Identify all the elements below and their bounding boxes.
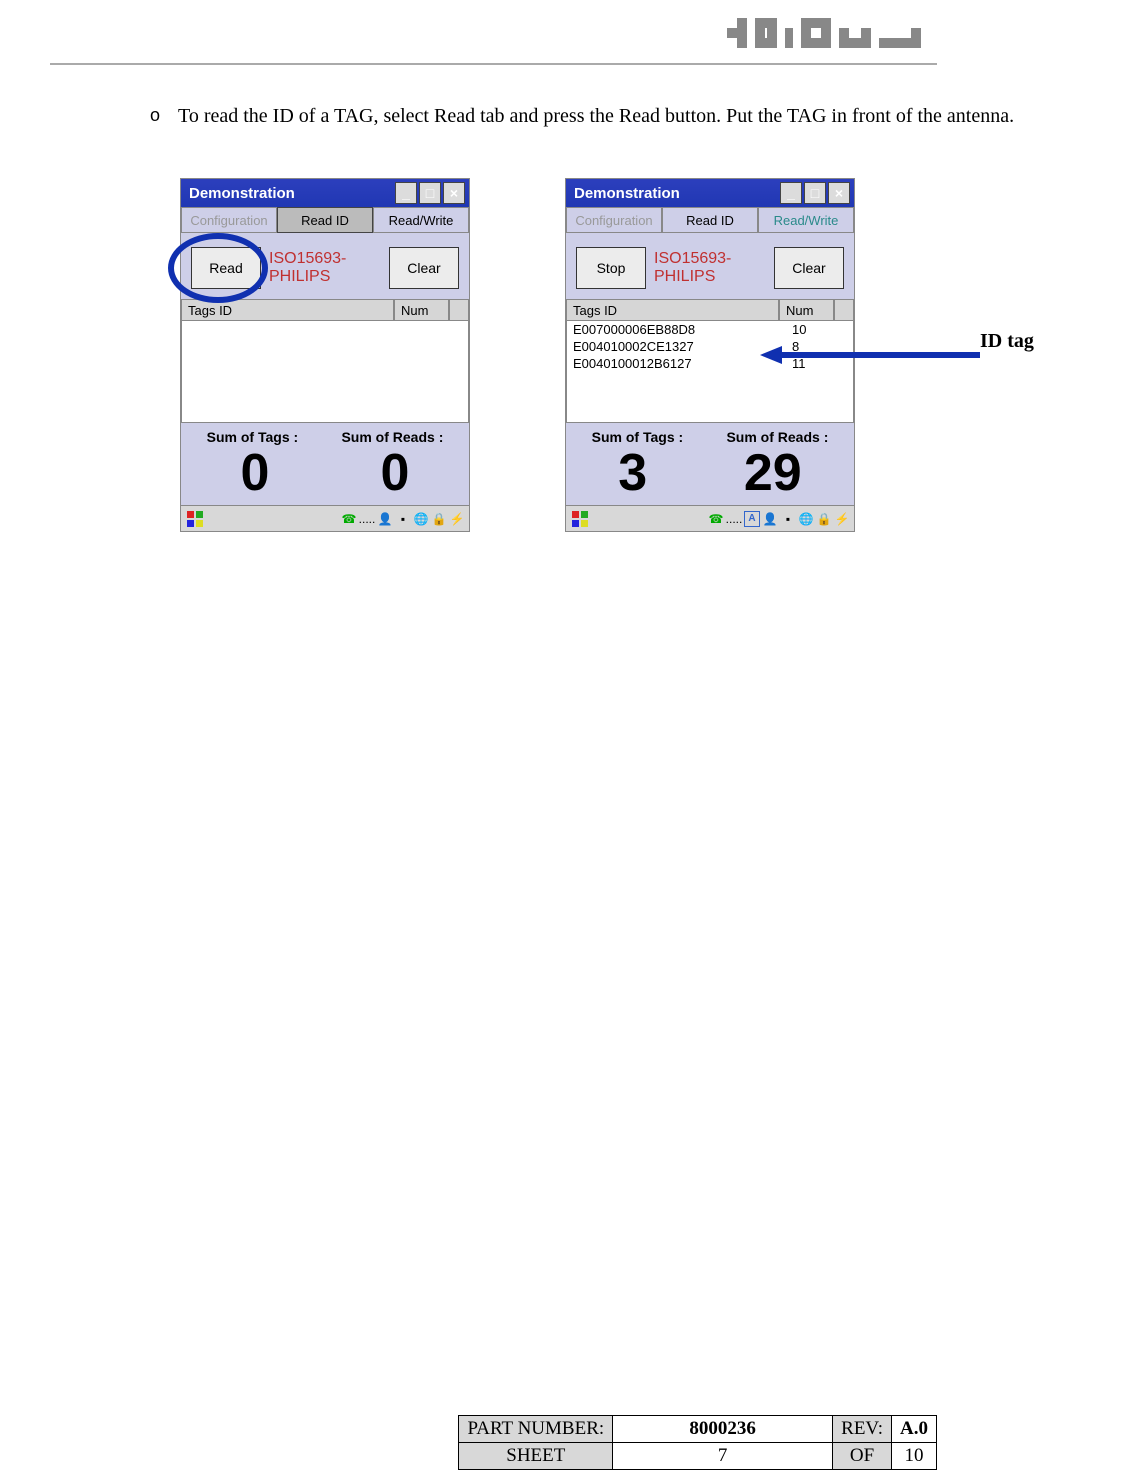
- instruction-row: o To read the ID of a TAG, select Read t…: [150, 105, 1077, 128]
- system-tray: ☎ ..... A 👤 ▪ 🌐 🔒 ⚡: [708, 511, 850, 527]
- title-bar: Demonstration _ □ ×: [566, 179, 854, 207]
- protocol-line2: PHILIPS: [269, 268, 330, 285]
- minimize-button[interactable]: _: [395, 182, 417, 204]
- read-button[interactable]: Read: [191, 247, 261, 289]
- window-buttons: _ □ ×: [780, 182, 850, 204]
- battery-icon[interactable]: ⚡: [834, 511, 850, 527]
- sum-tags-value: 3: [618, 447, 647, 499]
- protocol-line1: ISO15693-: [654, 250, 731, 267]
- globe-icon[interactable]: 🌐: [413, 511, 429, 527]
- sum-labels: Sum of Tags : Sum of Reads :: [181, 423, 469, 447]
- signal-icon: .....: [726, 511, 742, 527]
- battery-icon[interactable]: ⚡: [449, 511, 465, 527]
- table-body: E007000006EB88D8 10 E004010002CE1327 8 E…: [566, 321, 854, 423]
- tab-read-id[interactable]: Read ID: [662, 207, 758, 233]
- header-bar: [0, 0, 1127, 55]
- card-icon[interactable]: ▪: [780, 511, 796, 527]
- column-num[interactable]: Num: [394, 299, 449, 321]
- tab-read-write[interactable]: Read/Write: [758, 207, 854, 233]
- ime-icon[interactable]: A: [744, 511, 760, 527]
- user-icon[interactable]: 👤: [377, 511, 393, 527]
- tab-read-write[interactable]: Read/Write: [373, 207, 469, 233]
- window-title: Demonstration: [570, 185, 780, 202]
- tab-configuration[interactable]: Configuration: [181, 207, 277, 233]
- table-header: Tags ID Num: [181, 299, 469, 321]
- sum-labels: Sum of Tags : Sum of Reads :: [566, 423, 854, 447]
- screenshots-row: Demonstration _ □ × Configuration Read I…: [150, 178, 1077, 532]
- title-bar: Demonstration _ □ ×: [181, 179, 469, 207]
- app-window-before: Demonstration _ □ × Configuration Read I…: [180, 178, 470, 532]
- footer-table: PART NUMBER: 8000236 REV: A.0 SHEET 7 OF…: [458, 1415, 937, 1470]
- sum-tags-value: 0: [241, 447, 270, 499]
- action-panel: Read ISO15693- PHILIPS Clear: [181, 233, 469, 299]
- protocol-line2: PHILIPS: [654, 268, 715, 285]
- protocol-label: ISO15693- PHILIPS: [261, 250, 389, 287]
- tab-read-id[interactable]: Read ID: [277, 207, 373, 233]
- globe-icon[interactable]: 🌐: [798, 511, 814, 527]
- maximize-button[interactable]: □: [804, 182, 826, 204]
- rev-value: A.0: [892, 1416, 937, 1443]
- card-icon[interactable]: ▪: [395, 511, 411, 527]
- user-icon[interactable]: 👤: [762, 511, 778, 527]
- close-button[interactable]: ×: [828, 182, 850, 204]
- rev-label: REV:: [833, 1416, 892, 1443]
- sheet-label: SHEET: [459, 1443, 613, 1470]
- instruction-text: To read the ID of a TAG, select Read tab…: [178, 105, 1014, 128]
- sum-tags-label: Sum of Tags :: [592, 429, 684, 445]
- sum-reads-label: Sum of Reads :: [341, 429, 443, 445]
- column-tags-id[interactable]: Tags ID: [181, 299, 394, 321]
- table-row[interactable]: E007000006EB88D8 10: [567, 321, 853, 338]
- maximize-button[interactable]: □: [419, 182, 441, 204]
- arrow-annotation: [760, 340, 990, 370]
- cell-num: 10: [792, 322, 847, 337]
- sum-reads-value: 0: [381, 447, 410, 499]
- brand-logo: [727, 10, 927, 55]
- phone-icon[interactable]: ☎: [708, 511, 724, 527]
- stop-button[interactable]: Stop: [576, 247, 646, 289]
- phone-icon[interactable]: ☎: [341, 511, 357, 527]
- part-number-label: PART NUMBER:: [459, 1416, 613, 1443]
- cell-id: E007000006EB88D8: [573, 322, 792, 337]
- start-icon[interactable]: [570, 509, 590, 529]
- scrollbar-header: [449, 299, 469, 321]
- close-button[interactable]: ×: [443, 182, 465, 204]
- page-number: 7: [613, 1443, 833, 1470]
- start-icon[interactable]: [185, 509, 205, 529]
- sum-values: 3 29: [566, 447, 854, 505]
- lock-icon[interactable]: 🔒: [431, 511, 447, 527]
- taskbar: ☎ ..... 👤 ▪ 🌐 🔒 ⚡: [181, 505, 469, 531]
- sum-tags-label: Sum of Tags :: [207, 429, 299, 445]
- protocol-label: ISO15693- PHILIPS: [646, 250, 774, 287]
- part-number-value: 8000236: [613, 1416, 833, 1443]
- column-tags-id[interactable]: Tags ID: [566, 299, 779, 321]
- sum-values: 0 0: [181, 447, 469, 505]
- lock-icon[interactable]: 🔒: [816, 511, 832, 527]
- window-title: Demonstration: [185, 185, 395, 202]
- table-header: Tags ID Num: [566, 299, 854, 321]
- signal-icon: .....: [359, 511, 375, 527]
- page-content: o To read the ID of a TAG, select Read t…: [0, 65, 1127, 532]
- table-body: [181, 321, 469, 423]
- of-label: OF: [833, 1443, 892, 1470]
- clear-button[interactable]: Clear: [389, 247, 459, 289]
- action-panel: Stop ISO15693- PHILIPS Clear: [566, 233, 854, 299]
- taskbar: ☎ ..... A 👤 ▪ 🌐 🔒 ⚡: [566, 505, 854, 531]
- tab-bar: Configuration Read ID Read/Write: [181, 207, 469, 233]
- tab-bar: Configuration Read ID Read/Write: [566, 207, 854, 233]
- column-num[interactable]: Num: [779, 299, 834, 321]
- minimize-button[interactable]: _: [780, 182, 802, 204]
- system-tray: ☎ ..... 👤 ▪ 🌐 🔒 ⚡: [341, 511, 465, 527]
- clear-button[interactable]: Clear: [774, 247, 844, 289]
- tab-configuration[interactable]: Configuration: [566, 207, 662, 233]
- total-pages: 10: [892, 1443, 937, 1470]
- sum-reads-label: Sum of Reads :: [726, 429, 828, 445]
- protocol-line1: ISO15693-: [269, 250, 346, 267]
- sum-reads-value: 29: [744, 447, 802, 499]
- scrollbar-header: [834, 299, 854, 321]
- window-buttons: _ □ ×: [395, 182, 465, 204]
- bullet-marker: o: [150, 105, 160, 128]
